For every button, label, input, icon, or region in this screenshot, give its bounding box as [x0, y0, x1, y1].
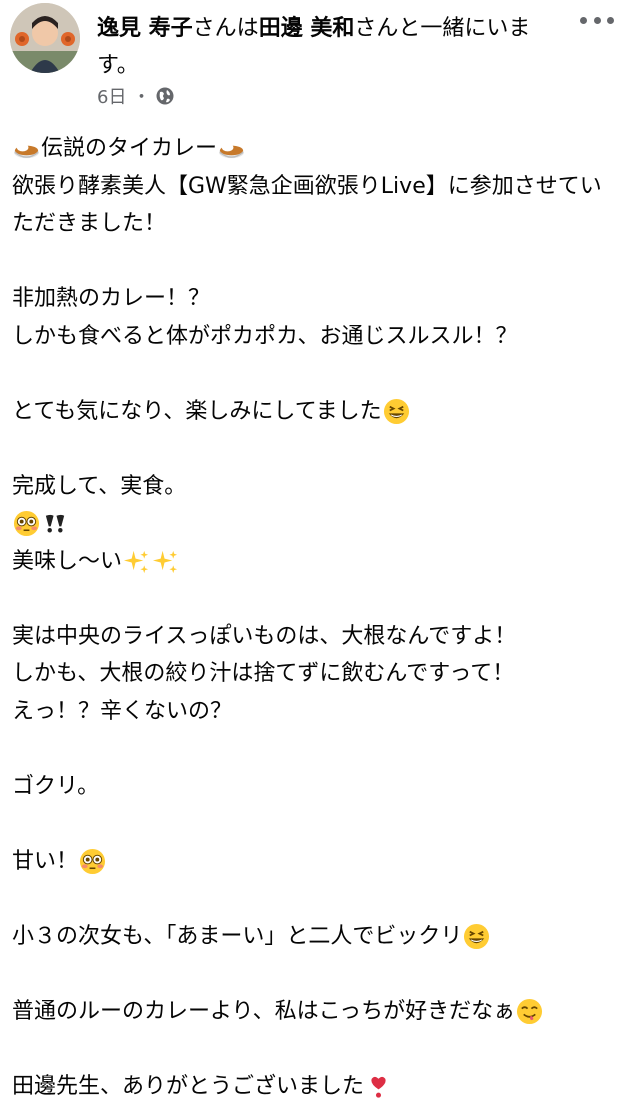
- body-line: 普通のルーのカレーより、私はこっちが好きだなぁ: [12, 993, 616, 1031]
- body-line: ゴクリ。: [12, 773, 100, 799]
- author-avatar[interactable]: [10, 3, 80, 73]
- timestamp[interactable]: 6日: [97, 83, 126, 109]
- body-line: 伝説のタイカレー: [12, 130, 616, 168]
- post-body: 伝説のタイカレー 欲張り酵素美人【GW緊急企画欲張りLive】に参加させていただ…: [12, 130, 616, 1105]
- body-line: 小３の次女も、「あまーい」と二人でビックリ: [12, 918, 616, 956]
- globe-icon: [156, 87, 174, 105]
- more-dot: [593, 16, 601, 24]
- body-line-text: 甘い！: [12, 848, 79, 874]
- yum-face-icon: [517, 998, 543, 1024]
- body-line: 美味し〜い: [12, 543, 616, 581]
- avatar-photo: [10, 3, 80, 73]
- tag-connector: さんは: [192, 16, 259, 41]
- body-line: えっ！？辛くないの？: [12, 698, 233, 724]
- body-line-text: 美味し〜い: [12, 548, 123, 574]
- body-line-text: 普通のルーのカレーより、私はこっちが好きだなぁ: [12, 998, 516, 1024]
- grinning-squinting-face-icon: [383, 398, 409, 424]
- curry-rice-icon: [218, 143, 245, 159]
- body-line: とても気になり、楽しみにしてました: [12, 393, 616, 431]
- author-line: 逸見 寿子さんは田邊 美和さんと一緒にいます。: [97, 10, 567, 84]
- post-meta: 6日 ・: [97, 83, 175, 109]
- curry-rice-icon: [13, 143, 40, 159]
- body-line: しかも、大根の絞り汁は捨てずに飲むんですって！: [12, 661, 515, 686]
- body-line-text: 小３の次女も、「あまーい」と二人でビックリ: [12, 923, 463, 949]
- body-line: 実は中央のライスっぽいものは、大根なんですよ！: [12, 623, 517, 649]
- tagged-name[interactable]: 田邊 美和: [259, 16, 355, 41]
- body-line: しかも食べると体がポカポカ、お通じスルスル！？: [12, 323, 518, 349]
- double-exclamation-icon: [45, 515, 65, 533]
- flushed-face-icon: [13, 511, 40, 537]
- body-line-text: 伝説のタイカレー: [41, 136, 218, 161]
- body-line: 欲張り酵素美人【GW緊急企画欲張りLive】に参加させていただきました！: [12, 173, 602, 237]
- author-name[interactable]: 逸見 寿子: [97, 16, 193, 41]
- grinning-squinting-face-icon: [464, 923, 490, 949]
- body-line: 完成して、実食。: [12, 473, 187, 499]
- meta-separator: ・: [132, 87, 151, 108]
- body-line: [12, 505, 616, 543]
- body-line-text: とても気になり、楽しみにしてました: [12, 398, 382, 424]
- body-line-text: 田邊先生、ありがとうございました: [12, 1073, 365, 1099]
- sparkles-icon: [123, 550, 149, 573]
- body-line: 田邊先生、ありがとうございました: [12, 1068, 616, 1106]
- more-dot: [607, 16, 614, 24]
- more-dot: [580, 16, 587, 24]
- heart-exclamation-icon: [371, 1076, 386, 1098]
- more-options-icon[interactable]: [580, 10, 614, 30]
- body-line: 非加熱のカレー！？: [12, 286, 211, 311]
- sparkles-icon: [152, 550, 178, 573]
- body-line: 甘い！: [12, 843, 616, 881]
- post-header: 逸見 寿子さんは田邊 美和さんと一緒にいます。 6日 ・: [0, 0, 628, 112]
- flushed-face-icon: [79, 848, 106, 874]
